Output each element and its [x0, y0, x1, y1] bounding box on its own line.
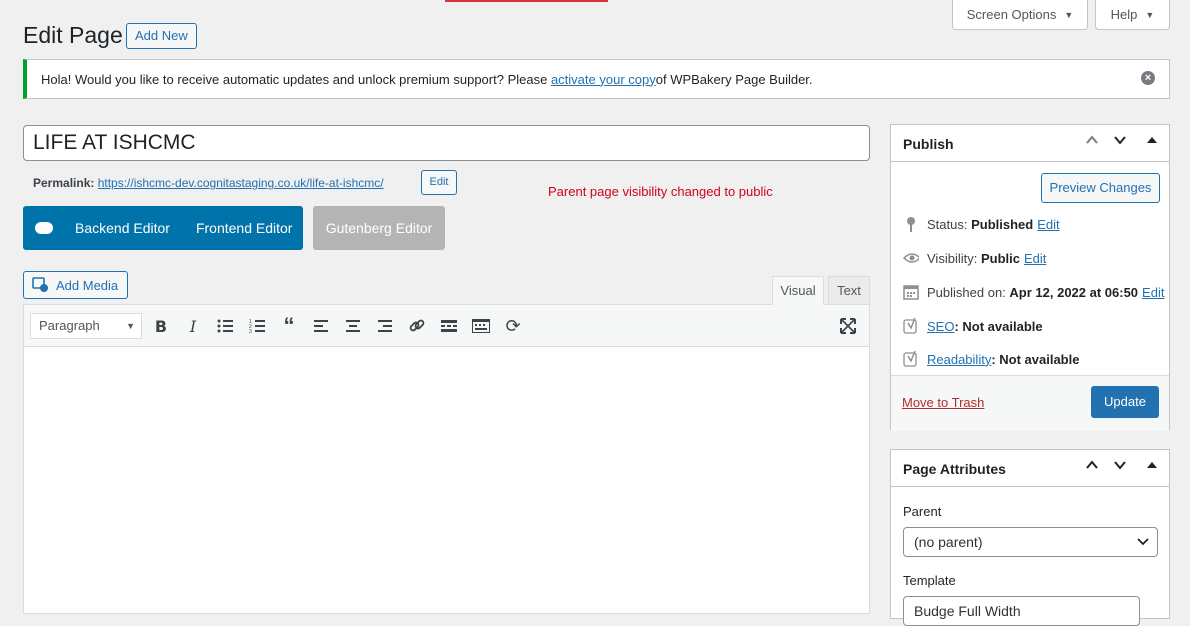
published-label: Published on: [927, 284, 1006, 300]
admin-bar-accent [445, 0, 608, 2]
parent-label: Parent [903, 504, 942, 519]
wpbakery-logo-icon [35, 222, 53, 234]
publish-box-title: Publish [903, 136, 954, 152]
template-select-value: Budge Full Width [914, 603, 1021, 619]
toolbar-toggle-icon[interactable] [469, 314, 493, 338]
link-icon[interactable] [405, 314, 429, 338]
page-attributes-header: Page Attributes [891, 450, 1169, 487]
yoast-icon [903, 317, 919, 334]
numbered-list-icon[interactable]: 123 [245, 314, 269, 338]
eye-icon [903, 250, 919, 266]
visibility-row: Visibility: Public Edit [903, 250, 1046, 266]
move-up-icon[interactable] [1085, 458, 1099, 475]
status-row: Status: Published Edit [903, 216, 1060, 232]
add-media-button[interactable]: Add Media [23, 271, 128, 299]
move-up-icon[interactable] [1085, 133, 1099, 150]
status-value: Published [971, 216, 1034, 232]
chevron-down-icon: ▼ [1064, 9, 1074, 20]
content-editor[interactable]: Paragraph ▼ B I 123 “ ⟳ [23, 304, 870, 614]
preview-changes-button[interactable]: Preview Changes [1041, 173, 1160, 203]
status-edit-link[interactable]: Edit [1037, 217, 1059, 232]
read-more-icon[interactable] [437, 314, 461, 338]
chevron-down-icon: ▼ [1145, 9, 1155, 20]
format-select[interactable]: Paragraph ▼ [30, 313, 142, 339]
blockquote-icon[interactable]: “ [277, 313, 301, 338]
readability-value: : Not available [991, 351, 1080, 367]
visibility-value: Public [980, 250, 1020, 266]
help-label: Help [1110, 7, 1138, 22]
template-select[interactable]: Budge Full Width [903, 596, 1140, 626]
permalink-edit-button[interactable]: Edit [421, 170, 457, 195]
pin-icon [903, 216, 919, 232]
add-media-label: Add Media [56, 277, 119, 293]
update-notice: Hola! Would you like to receive automati… [23, 59, 1170, 99]
media-icon [32, 277, 48, 292]
publish-box-header: Publish [891, 125, 1169, 162]
align-center-icon[interactable] [341, 314, 365, 338]
page-title: Edit Page [23, 22, 123, 48]
permalink-label: Permalink: [33, 176, 95, 190]
help-button[interactable]: Help ▼ [1095, 0, 1170, 30]
visibility-edit-link[interactable]: Edit [1024, 251, 1046, 266]
move-down-icon[interactable] [1113, 458, 1127, 475]
chevron-down-icon [1137, 538, 1149, 546]
publish-actions: Move to Trash Update [891, 375, 1169, 431]
template-label: Template [903, 573, 956, 588]
published-on-row: Published on: Apr 12, 2022 at 06:50 Edit [903, 284, 1164, 300]
seo-value: : Not available [954, 318, 1043, 334]
backend-editor-button[interactable]: Backend Editor [75, 220, 170, 236]
published-edit-link[interactable]: Edit [1142, 285, 1164, 300]
page-attributes-box: Page Attributes Parent (no parent) Templ… [890, 449, 1170, 626]
wpbakery-refresh-icon[interactable]: ⟳ [501, 314, 525, 338]
status-label: Status: [927, 216, 968, 232]
visibility-label: Visibility: [927, 250, 978, 266]
frontend-editor-button[interactable]: Frontend Editor [196, 220, 293, 236]
screen-options-label: Screen Options [966, 7, 1057, 22]
notice-text-after: of WPBakery Page Builder. [655, 71, 813, 87]
gutenberg-editor-button[interactable]: Gutenberg Editor [313, 206, 445, 250]
activate-link[interactable]: activate your copy [551, 72, 656, 87]
screen-options-button[interactable]: Screen Options ▼ [952, 0, 1088, 30]
annotation-text: Parent page visibility changed to public [548, 184, 773, 199]
publish-box: Publish Preview Changes Status: Publishe… [890, 124, 1170, 431]
wpbakery-bar: Backend Editor Frontend Editor [23, 206, 303, 250]
add-new-button[interactable]: Add New [126, 23, 197, 49]
collapse-toggle-icon[interactable] [1146, 133, 1158, 150]
align-left-icon[interactable] [309, 314, 333, 338]
post-title-input[interactable]: LIFE AT ISHCMC [23, 125, 870, 161]
align-right-icon[interactable] [373, 314, 397, 338]
notice-text-before: Hola! Would you like to receive automati… [41, 71, 548, 87]
move-to-trash-link[interactable]: Move to Trash [902, 395, 984, 410]
update-button[interactable]: Update [1091, 386, 1159, 418]
chevron-down-icon: ▼ [126, 321, 135, 331]
collapse-toggle-icon[interactable] [1146, 458, 1158, 475]
seo-link[interactable]: SEO [927, 319, 954, 334]
yoast-icon [903, 350, 919, 367]
parent-select[interactable]: (no parent) [903, 527, 1158, 557]
permalink: Permalink: https://ishcmc-dev.cognitasta… [33, 176, 384, 190]
editor-toolbar: Paragraph ▼ B I 123 “ ⟳ [24, 305, 869, 347]
tab-text[interactable]: Text [828, 276, 870, 305]
fullscreen-icon[interactable] [836, 314, 860, 338]
readability-link[interactable]: Readability [927, 352, 991, 367]
move-down-icon[interactable] [1113, 133, 1127, 150]
page-attributes-title: Page Attributes [903, 461, 1006, 477]
readability-row: Readability: Not available [903, 350, 1080, 367]
italic-icon[interactable]: I [181, 314, 205, 338]
seo-row: SEO: Not available [903, 317, 1043, 334]
calendar-icon [903, 284, 919, 300]
bold-icon[interactable]: B [149, 314, 173, 338]
bullet-list-icon[interactable] [213, 314, 237, 338]
format-select-value: Paragraph [39, 318, 100, 333]
svg-text:3: 3 [249, 329, 252, 333]
tab-visual[interactable]: Visual [772, 276, 824, 305]
published-value: Apr 12, 2022 at 06:50 [1009, 284, 1139, 300]
close-icon[interactable]: × [1141, 71, 1155, 85]
parent-select-value: (no parent) [914, 534, 983, 550]
permalink-url[interactable]: https://ishcmc-dev.cognitastaging.co.uk/… [98, 176, 384, 190]
